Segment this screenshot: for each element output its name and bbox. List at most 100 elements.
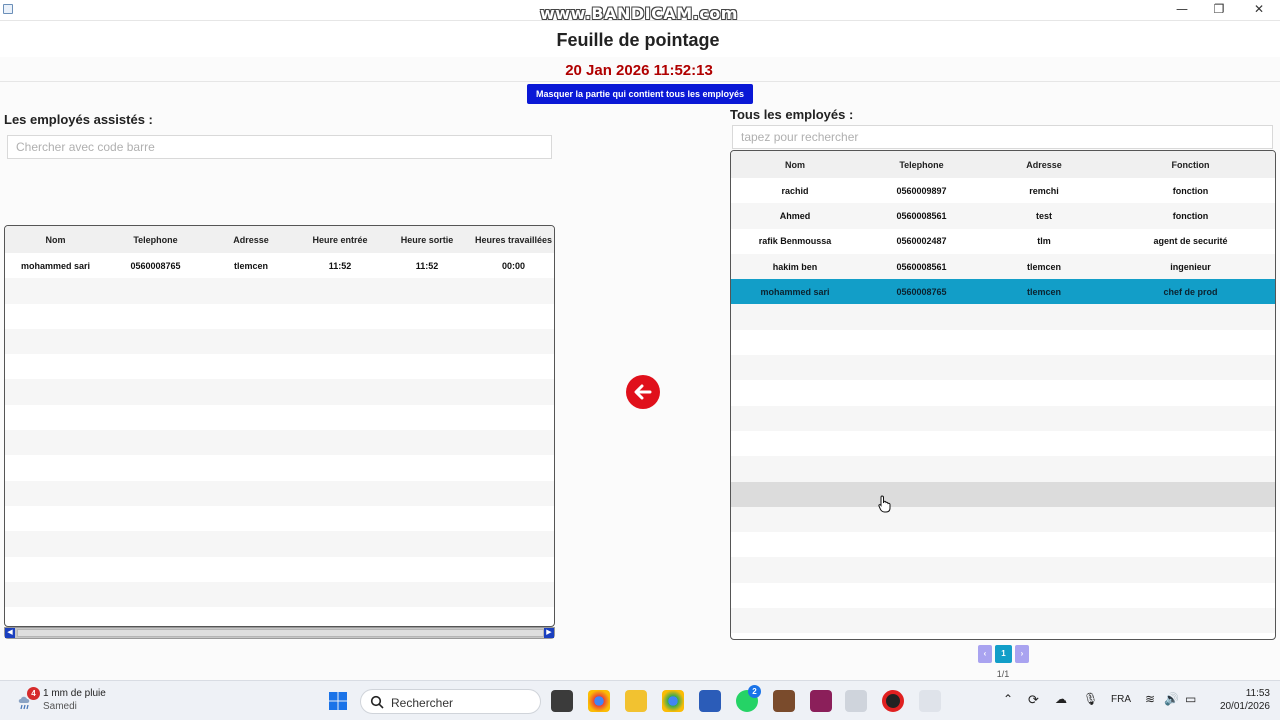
language-indicator[interactable]: FRA <box>1111 694 1131 705</box>
horizontal-scrollbar[interactable]: ◀ ▶ <box>4 627 555 639</box>
table-row[interactable] <box>731 405 1275 431</box>
weather-text[interactable]: 1 mm de pluie <box>43 688 106 699</box>
table-row[interactable] <box>5 379 554 405</box>
all-employees-label: Tous les employés : <box>730 107 854 122</box>
file-explorer-icon[interactable] <box>625 690 647 712</box>
table-row[interactable] <box>5 581 554 608</box>
datetime-band: 20 Jan 2026 11:52:13 <box>0 57 1280 82</box>
app-icon-1[interactable] <box>773 690 795 712</box>
windows-start-icon[interactable] <box>329 692 347 710</box>
table-cell <box>383 303 471 329</box>
table-cell <box>731 532 859 558</box>
taskbar-clock[interactable]: 11:53 20/01/2026 <box>1206 687 1270 713</box>
col-fonction[interactable]: Fonction <box>1104 151 1275 178</box>
table-row[interactable] <box>5 505 554 532</box>
employee-search-input[interactable] <box>732 125 1273 149</box>
table-row[interactable] <box>731 532 1275 558</box>
table-row[interactable]: hakim ben 0560008561 tlemcen ingenieur <box>731 253 1275 280</box>
task-view-icon[interactable] <box>551 690 573 712</box>
table-row[interactable] <box>731 456 1275 482</box>
scroll-right-icon[interactable]: ▶ <box>544 628 554 638</box>
table-row[interactable] <box>5 455 554 481</box>
battery-icon[interactable]: ▭ <box>1185 692 1196 706</box>
col-heure-sortie[interactable]: Heure sortie <box>383 226 471 253</box>
col-nom[interactable]: Nom <box>5 226 106 253</box>
table-cell <box>205 379 297 405</box>
table-cell <box>984 582 1104 609</box>
hide-all-employees-button[interactable]: Masquer la partie qui contient tous les … <box>527 84 753 104</box>
table-row[interactable] <box>731 304 1275 330</box>
app-icon-3[interactable] <box>919 690 941 712</box>
barcode-search-input[interactable] <box>7 135 552 159</box>
word-icon[interactable] <box>699 690 721 712</box>
table-row[interactable] <box>5 354 554 380</box>
next-page-button[interactable]: › <box>1015 645 1029 663</box>
table-cell <box>471 581 554 608</box>
chrome-profile-icon[interactable] <box>662 690 684 712</box>
attended-table-header: Nom Telephone Adresse Heure entrée Heure… <box>5 226 554 253</box>
table-row[interactable] <box>731 557 1275 583</box>
prev-page-button[interactable]: ‹ <box>978 645 992 663</box>
table-row[interactable] <box>731 430 1275 457</box>
table-row[interactable] <box>731 380 1275 406</box>
col-adresse[interactable]: Adresse <box>984 151 1104 178</box>
taskbar-search[interactable]: Rechercher <box>360 689 541 714</box>
scroll-left-icon[interactable]: ◀ <box>5 628 15 638</box>
col-telephone[interactable]: Telephone <box>106 226 205 253</box>
table-row[interactable] <box>5 328 554 355</box>
tray-chevron-icon[interactable]: ⌃ <box>1003 692 1013 706</box>
table-cell <box>731 304 859 330</box>
table-row[interactable] <box>5 303 554 329</box>
col-heures-travaillees[interactable]: Heures travaillées <box>471 226 554 253</box>
microphone-icon[interactable]: 🎙 <box>1083 692 1098 706</box>
table-row[interactable]: rachid 0560009897 remchi fonction <box>731 178 1275 204</box>
table-cell <box>859 430 984 457</box>
col-telephone[interactable]: Telephone <box>859 151 984 178</box>
table-cell: 0560009897 <box>859 178 984 204</box>
table-row[interactable] <box>731 355 1275 381</box>
col-heure-entree[interactable]: Heure entrée <box>297 226 383 253</box>
minimize-button[interactable]: — <box>1163 0 1201 20</box>
table-cell <box>5 581 106 608</box>
table-row[interactable] <box>5 556 554 582</box>
volume-icon[interactable]: 🔊 <box>1164 692 1179 706</box>
transfer-left-button[interactable] <box>626 375 660 409</box>
table-cell <box>383 354 471 380</box>
table-cell <box>5 379 106 405</box>
table-cell <box>984 608 1104 634</box>
table-cell <box>205 328 297 355</box>
table-row[interactable]: mohammed sari 0560008765 tlemcen chef de pr… <box>731 279 1275 305</box>
table-cell <box>297 328 383 355</box>
cloud-icon[interactable]: ☁ <box>1055 692 1067 706</box>
app-icon-2[interactable] <box>845 690 867 712</box>
table-row[interactable] <box>731 608 1275 634</box>
page-1-button[interactable]: 1 <box>995 645 1012 663</box>
table-row[interactable] <box>5 404 554 431</box>
table-row[interactable] <box>5 480 554 506</box>
table-row[interactable] <box>731 582 1275 609</box>
table-row[interactable] <box>5 430 554 456</box>
winrar-icon[interactable] <box>810 690 832 712</box>
scrollbar-thumb[interactable] <box>17 629 544 637</box>
table-row[interactable] <box>5 531 554 557</box>
table-cell <box>1104 532 1275 558</box>
table-cell <box>859 456 984 482</box>
table-row[interactable] <box>731 481 1275 507</box>
table-cell <box>984 304 1104 330</box>
close-button[interactable]: ✕ <box>1240 0 1278 20</box>
table-row[interactable]: mohammed sari 0560008765 tlemcen 11:52 11:52… <box>5 253 554 279</box>
table-row[interactable] <box>731 329 1275 356</box>
table-cell <box>205 303 297 329</box>
table-row[interactable]: rafik Benmoussa 0560002487 tlm agent de sec… <box>731 228 1275 254</box>
table-row[interactable] <box>731 506 1275 533</box>
sync-icon[interactable]: ⟳ <box>1028 692 1039 708</box>
col-adresse[interactable]: Adresse <box>205 226 297 253</box>
col-nom[interactable]: Nom <box>731 151 859 178</box>
table-row[interactable]: Ahmed 0560008561 test fonction <box>731 203 1275 229</box>
restore-button[interactable]: ❐ <box>1200 0 1238 20</box>
bandicam-icon[interactable] <box>882 690 904 712</box>
table-row[interactable] <box>5 278 554 304</box>
wifi-icon[interactable]: ≋ <box>1145 692 1155 706</box>
chrome-icon[interactable] <box>588 690 610 712</box>
table-cell <box>297 581 383 608</box>
